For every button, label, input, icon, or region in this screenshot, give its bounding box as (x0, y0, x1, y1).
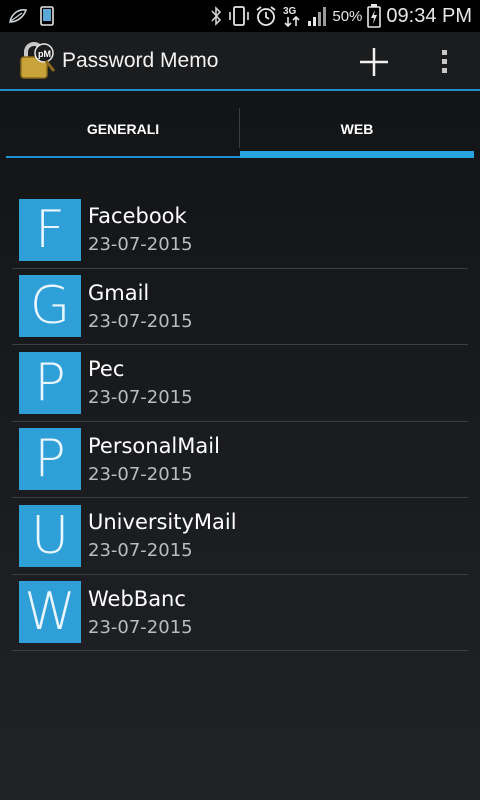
item-name: Facebook (88, 204, 187, 229)
alarm-icon (255, 5, 277, 27)
item-name: Gmail (88, 280, 150, 305)
list-item[interactable]: U UniversityMail 23-07-2015 (12, 498, 468, 575)
clock: 09:34 PM (386, 4, 472, 27)
app-lock-icon: pM (16, 41, 56, 81)
item-text: Gmail 23-07-2015 (88, 281, 193, 332)
overflow-menu-button[interactable] (432, 44, 456, 80)
tab-selected-indicator (240, 151, 474, 158)
battery-charging-icon (367, 4, 382, 28)
item-date: 23-07-2015 (88, 387, 193, 409)
item-text: Pec 23-07-2015 (88, 357, 193, 408)
item-date: 23-07-2015 (88, 463, 193, 485)
tab-underline (6, 156, 240, 158)
item-date: 23-07-2015 (88, 234, 193, 256)
action-bar-divider (0, 89, 480, 91)
item-text: UniversityMail 23-07-2015 (88, 510, 237, 561)
item-name: WebBanc (88, 586, 186, 611)
list-item[interactable]: W WebBanc 23-07-2015 (12, 575, 468, 651)
list-item[interactable]: F Facebook 23-07-2015 (12, 192, 468, 269)
tab-web[interactable]: WEB (240, 100, 474, 158)
action-bar: pM Password Memo (0, 32, 480, 90)
leaf-icon (8, 8, 28, 24)
tab-label: GENERALI (86, 121, 160, 137)
letter-tile: F (19, 198, 81, 261)
list-item[interactable]: P Pec 23-07-2015 (12, 345, 468, 422)
network-3g-icon: 3G (282, 4, 302, 28)
tab-generali[interactable]: GENERALI (6, 100, 240, 158)
letter-tile: U (19, 504, 81, 567)
bluetooth-icon (209, 6, 223, 26)
letter-tile: G (19, 275, 81, 338)
tab-label: WEB (340, 121, 374, 137)
item-date: 23-07-2015 (88, 616, 193, 638)
list-item[interactable]: P PersonalMail 23-07-2015 (12, 422, 468, 498)
signal-icon (307, 5, 327, 27)
status-bar: 3G 50% 09:34 PM (0, 0, 480, 32)
add-icon (360, 48, 388, 76)
add-button[interactable] (356, 44, 392, 80)
network-label: 3G (283, 6, 297, 17)
app-title: Password Memo (62, 49, 219, 72)
item-text: PersonalMail 23-07-2015 (88, 434, 220, 485)
list-item[interactable]: G Gmail 23-07-2015 (12, 269, 468, 345)
item-name: UniversityMail (88, 510, 237, 535)
tab-bar: GENERALI WEB (6, 100, 474, 158)
item-name: PersonalMail (88, 433, 220, 458)
battery-percent: 50% (332, 7, 363, 25)
item-date: 23-07-2015 (88, 540, 193, 562)
overflow-menu-icon (442, 50, 447, 73)
tablet-icon (40, 6, 54, 26)
item-text: Facebook 23-07-2015 (88, 204, 193, 255)
item-date: 23-07-2015 (88, 310, 193, 332)
item-name: Pec (88, 357, 125, 382)
item-text: WebBanc 23-07-2015 (88, 587, 193, 638)
vibrate-icon (228, 5, 250, 27)
app-icon-text: pM (38, 49, 51, 59)
letter-tile: W (19, 581, 81, 644)
letter-tile: P (19, 428, 81, 491)
password-list: F Facebook 23-07-2015 G Gmail 23-07-2015… (12, 192, 468, 651)
letter-tile: P (19, 351, 81, 414)
